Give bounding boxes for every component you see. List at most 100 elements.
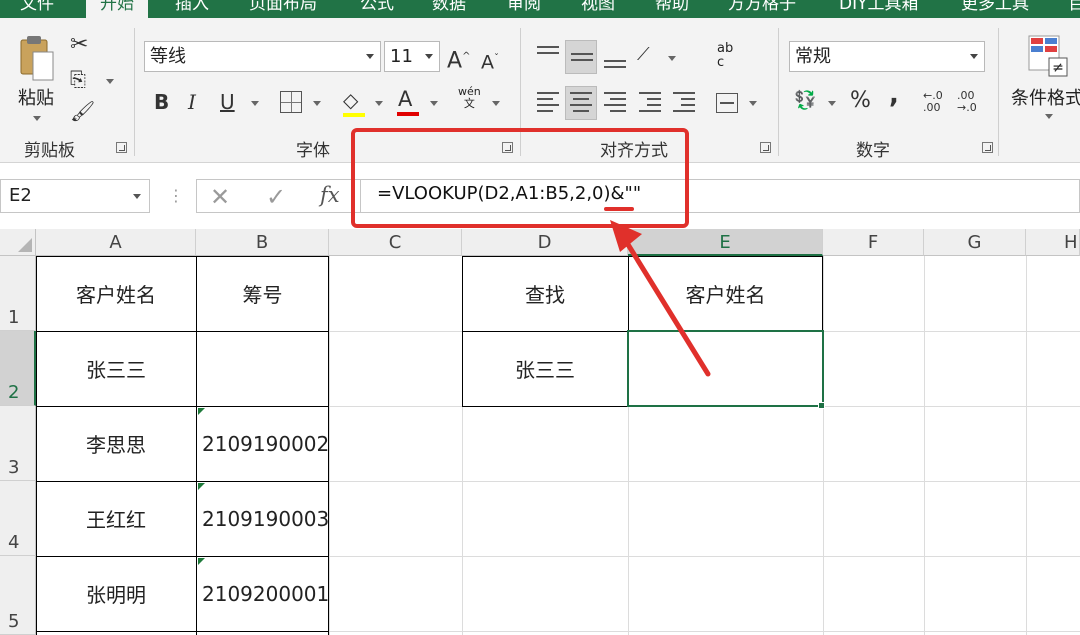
row-header-2[interactable]: 2 xyxy=(0,331,36,406)
cell-a5[interactable]: 张明明 xyxy=(36,556,196,631)
column-header-f[interactable]: F xyxy=(823,229,924,256)
underline-icon[interactable]: U xyxy=(220,89,235,115)
phonetic-guide-icon[interactable]: wén 文 xyxy=(458,86,481,110)
cell-b3[interactable]: 2109190002 xyxy=(196,406,329,481)
tab-formulas[interactable]: 公式 xyxy=(360,0,394,18)
enter-icon[interactable]: ✓ xyxy=(266,183,286,211)
cell-a1[interactable]: 客户姓名 xyxy=(36,256,196,331)
font-color-swatch xyxy=(397,112,419,116)
paste-icon[interactable] xyxy=(18,34,56,84)
increase-indent-icon[interactable] xyxy=(670,90,698,118)
fill-color-chevron-down-icon[interactable] xyxy=(375,101,383,106)
row-header-5[interactable]: 5 xyxy=(0,556,36,635)
annotation-underline xyxy=(604,207,634,211)
tab-more-tools[interactable]: 更多工具 xyxy=(961,0,1029,18)
align-bottom-icon[interactable] xyxy=(601,44,629,72)
borders-icon[interactable] xyxy=(280,91,302,113)
cut-icon[interactable]: ✂ xyxy=(70,32,88,58)
tab-help[interactable]: 帮助 xyxy=(655,0,689,18)
paste-button-label[interactable]: 粘贴 xyxy=(18,84,54,110)
number-as-text-indicator xyxy=(198,558,205,565)
conditional-formatting-icon[interactable]: ≠ xyxy=(1025,34,1069,78)
comma-style-icon[interactable]: , xyxy=(889,82,899,108)
cell-a2[interactable]: 张三三 xyxy=(36,331,196,406)
conditional-formatting-label[interactable]: 条件格式 xyxy=(1011,84,1080,110)
number-format-combo[interactable]: 常规 xyxy=(789,41,985,72)
merge-chevron-down-icon[interactable] xyxy=(749,101,757,106)
align-right-icon[interactable] xyxy=(601,90,629,118)
tab-home[interactable]: 开始 xyxy=(86,0,148,18)
column-header-b[interactable]: B xyxy=(196,229,329,256)
row-header-1-label: 1 xyxy=(8,307,20,328)
row-header-4-label: 4 xyxy=(8,532,20,553)
copy-icon[interactable]: ⎘ xyxy=(70,66,86,92)
fill-color-icon[interactable]: ◇ xyxy=(343,87,358,113)
merge-center-icon[interactable] xyxy=(716,93,738,113)
cell-b1[interactable]: 筹号 xyxy=(196,256,329,331)
insert-function-icon[interactable]: fx xyxy=(320,183,340,207)
font-name-value: 等线 xyxy=(150,46,186,67)
tab-fangfang[interactable]: 方方格子 xyxy=(728,0,796,18)
row-header-5-label: 5 xyxy=(8,611,20,632)
cell-b5[interactable]: 2109200001 xyxy=(196,556,329,631)
decrease-indent-icon[interactable] xyxy=(636,90,664,118)
row-header-4[interactable]: 4 xyxy=(0,481,36,556)
cell-a3[interactable]: 李思思 xyxy=(36,406,196,481)
accounting-chevron-down-icon[interactable] xyxy=(828,101,836,106)
row-header-1[interactable]: 1 xyxy=(0,256,36,331)
cell-a4[interactable]: 王红红 xyxy=(36,481,196,556)
cell-b4[interactable]: 2109190003 xyxy=(196,481,329,556)
wrap-text-icon[interactable]: ab c xyxy=(717,42,733,70)
name-box[interactable]: E2 xyxy=(0,179,150,213)
align-middle-icon[interactable] xyxy=(567,44,595,72)
column-header-c[interactable]: C xyxy=(329,229,462,256)
column-header-h[interactable]: H xyxy=(1026,229,1080,256)
align-top-icon[interactable] xyxy=(534,44,562,72)
conditional-formatting-chevron-down-icon[interactable] xyxy=(1045,114,1053,119)
font-size-combo[interactable]: 11 xyxy=(384,41,440,72)
alignment-launcher-icon[interactable] xyxy=(760,142,771,153)
column-header-a[interactable]: A xyxy=(36,229,196,256)
tab-file[interactable]: 文件 xyxy=(20,0,54,18)
increase-decimal-icon[interactable]: ←.0.00 xyxy=(923,90,943,114)
accounting-format-icon[interactable]: 💱 xyxy=(794,88,816,114)
format-painter-icon[interactable]: 🖌 xyxy=(70,98,95,124)
percent-style-icon[interactable]: % xyxy=(850,88,871,114)
fill-handle[interactable] xyxy=(818,402,825,409)
fill-color-swatch xyxy=(343,113,365,117)
copy-chevron-down-icon[interactable] xyxy=(106,79,114,84)
tab-review[interactable]: 审阅 xyxy=(507,0,541,18)
font-color-chevron-down-icon[interactable] xyxy=(430,101,438,106)
bold-icon[interactable]: B xyxy=(154,89,169,115)
underline-chevron-down-icon[interactable] xyxy=(251,101,259,106)
tab-extra[interactable]: 百 xyxy=(1068,0,1080,18)
clipboard-launcher-icon[interactable] xyxy=(116,142,127,153)
column-header-g[interactable]: G xyxy=(924,229,1026,256)
row-header-3[interactable]: 3 xyxy=(0,406,36,481)
grow-font-icon[interactable]: A^ xyxy=(447,44,470,74)
number-group-label: 数字 xyxy=(856,141,890,161)
name-box-chevron-down-icon[interactable] xyxy=(133,194,141,199)
borders-chevron-down-icon[interactable] xyxy=(313,101,321,106)
tab-data[interactable]: 数据 xyxy=(432,0,466,18)
italic-icon[interactable]: I xyxy=(188,89,196,115)
decrease-decimal-icon[interactable]: .00 →.0 xyxy=(957,90,977,114)
shrink-font-icon[interactable]: Aˇ xyxy=(481,46,499,75)
select-all-button[interactable] xyxy=(0,229,36,256)
phonetic-chevron-down-icon[interactable] xyxy=(492,101,500,106)
tab-diy-toolbox[interactable]: DIY工具箱 xyxy=(839,0,919,18)
align-left-icon[interactable] xyxy=(534,90,562,118)
tab-page-layout[interactable]: 页面布局 xyxy=(249,0,317,18)
tab-view[interactable]: 视图 xyxy=(581,0,615,18)
cancel-icon[interactable]: ✕ xyxy=(210,183,230,211)
font-name-combo[interactable]: 等线 xyxy=(144,41,381,72)
tab-insert[interactable]: 插入 xyxy=(175,0,209,18)
number-launcher-icon[interactable] xyxy=(982,142,993,153)
formula-bar-drag-handle[interactable]: ⋮ xyxy=(168,186,184,205)
font-size-chevron-down-icon xyxy=(425,54,433,59)
align-center-icon[interactable] xyxy=(567,90,595,118)
orientation-icon[interactable]: ⟋ xyxy=(637,42,650,68)
orientation-chevron-down-icon[interactable] xyxy=(668,56,676,61)
paste-chevron-down-icon[interactable] xyxy=(33,116,41,121)
font-color-icon[interactable]: A xyxy=(398,86,412,112)
